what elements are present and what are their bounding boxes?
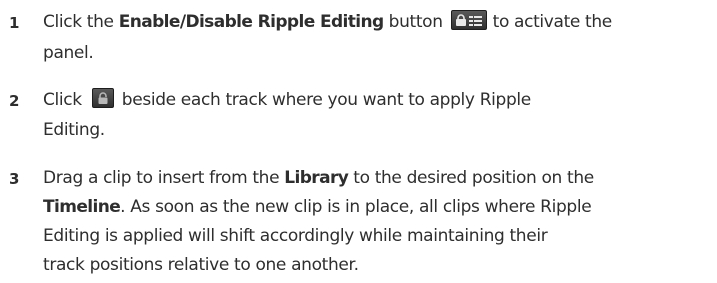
step-text: button bbox=[383, 12, 443, 32]
step-text: to activate the bbox=[492, 12, 613, 32]
step-text: Click bbox=[43, 90, 82, 110]
step-text: Drag a clip to insert from the bbox=[43, 168, 285, 188]
ui-term: Timeline bbox=[43, 197, 121, 217]
ui-term: Library bbox=[284, 168, 349, 188]
ui-term: Enable/Disable Ripple Editing bbox=[118, 12, 384, 32]
step-text: Click the bbox=[43, 12, 119, 32]
track-ripple-lock-icon bbox=[91, 88, 114, 108]
step-number: 3 bbox=[9, 170, 20, 188]
step-3-line-2: Timeline. As soon as the new clip is in … bbox=[43, 194, 592, 220]
step-3-line-1: Drag a clip to insert from the Library t… bbox=[43, 165, 594, 191]
step-1-line-2: panel. bbox=[43, 43, 94, 63]
step-3-line-3: Editing is applied will shift accordingl… bbox=[43, 226, 548, 246]
step-text: . As soon as the new clip is in place, a… bbox=[120, 197, 592, 217]
step-number: 2 bbox=[9, 92, 20, 110]
step-2-line-1: Click beside each track where you want to… bbox=[43, 87, 531, 113]
ripple-editing-panel-icon bbox=[450, 10, 487, 30]
step-text: to the desired position on the bbox=[348, 168, 594, 188]
step-number: 1 bbox=[9, 14, 20, 32]
step-1-line-1: Click the Enable/Disable Ripple Editing … bbox=[43, 9, 612, 35]
step-3-line-4: track positions relative to one another. bbox=[43, 255, 359, 275]
step-2-line-2: Editing. bbox=[43, 120, 105, 140]
step-text: beside each track where you want to appl… bbox=[121, 90, 531, 110]
